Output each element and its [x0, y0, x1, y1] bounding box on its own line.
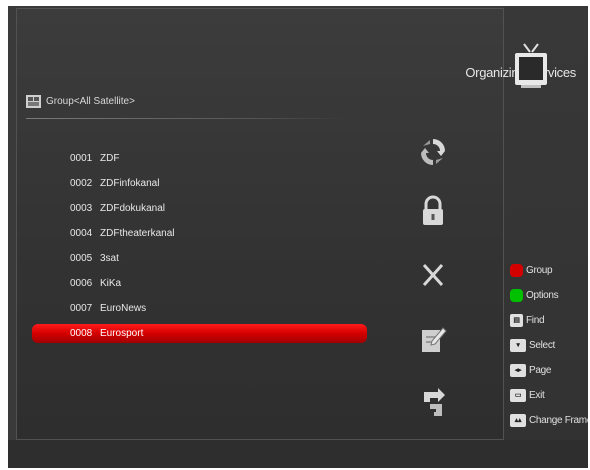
legend-label: Exit: [529, 390, 545, 401]
bottom-strip: [8, 440, 588, 468]
legend-change-frame[interactable]: ▴▴ Change Frame: [510, 414, 588, 439]
channel-number: 0002: [70, 178, 93, 189]
group-icon: [26, 95, 41, 108]
group-label: Group<All Satellite>: [46, 96, 135, 107]
skip-icon[interactable]: [418, 386, 448, 418]
legend-label: Change Frame: [529, 415, 588, 426]
page-key-icon: ◂▸: [510, 364, 526, 377]
find-key-icon: ▤: [510, 314, 523, 327]
channel-number: 0001: [70, 153, 93, 164]
channel-list: 0001 ZDF 0002 ZDFinfokanal 0003 ZDFdokuk…: [8, 146, 494, 346]
channel-number: 0005: [70, 253, 93, 264]
channel-name: Eurosport: [100, 328, 144, 339]
legend-exit[interactable]: ▭ Exit: [510, 389, 588, 414]
legend-page[interactable]: ◂▸ Page: [510, 364, 588, 389]
rename-icon[interactable]: [418, 323, 448, 355]
ok-key-icon: ▾: [510, 339, 526, 352]
channel-name: ZDFtheaterkanal: [100, 228, 175, 239]
channel-name: ZDFdokukanal: [100, 203, 166, 214]
channel-name: ZDF: [100, 153, 120, 164]
legend-label: Find: [526, 315, 545, 326]
button-legend: Group Options ▤ Find ▾ Select ◂▸ Page ▭ …: [510, 264, 588, 439]
channel-name: KiKa: [100, 278, 122, 289]
channel-name: 3sat: [100, 253, 119, 264]
channel-row[interactable]: 0007 EuroNews: [8, 296, 494, 321]
channel-number: 0003: [70, 203, 93, 214]
exit-key-icon: ▭: [510, 389, 526, 402]
green-key-icon: [510, 289, 523, 302]
channel-number: 0006: [70, 278, 93, 289]
legend-options[interactable]: Options: [510, 289, 588, 314]
lock-icon[interactable]: [418, 195, 448, 227]
move-icon[interactable]: [418, 136, 448, 168]
channel-number: 0008: [70, 328, 93, 339]
legend-find[interactable]: ▤ Find: [510, 314, 588, 339]
channel-name: ZDFinfokanal: [100, 178, 160, 189]
legend-label: Page: [529, 365, 552, 376]
legend-group[interactable]: Group: [510, 264, 588, 289]
channel-number: 0007: [70, 303, 93, 314]
frame-key-icon: ▴▴: [510, 414, 526, 427]
channel-name: EuroNews: [100, 303, 147, 314]
channel-row[interactable]: 0002 ZDFinfokanal: [8, 171, 494, 196]
legend-label: Select: [529, 340, 555, 351]
legend-label: Group: [526, 265, 553, 276]
tv-screen: Organizing Services Group<All Satellite>…: [8, 6, 588, 468]
legend-label: Options: [526, 290, 559, 301]
channel-number: 0004: [70, 228, 93, 239]
tv-icon: [515, 43, 547, 88]
divider: [26, 118, 346, 119]
red-key-icon: [510, 264, 523, 277]
legend-select[interactable]: ▾ Select: [510, 339, 588, 364]
delete-icon[interactable]: [418, 259, 448, 291]
